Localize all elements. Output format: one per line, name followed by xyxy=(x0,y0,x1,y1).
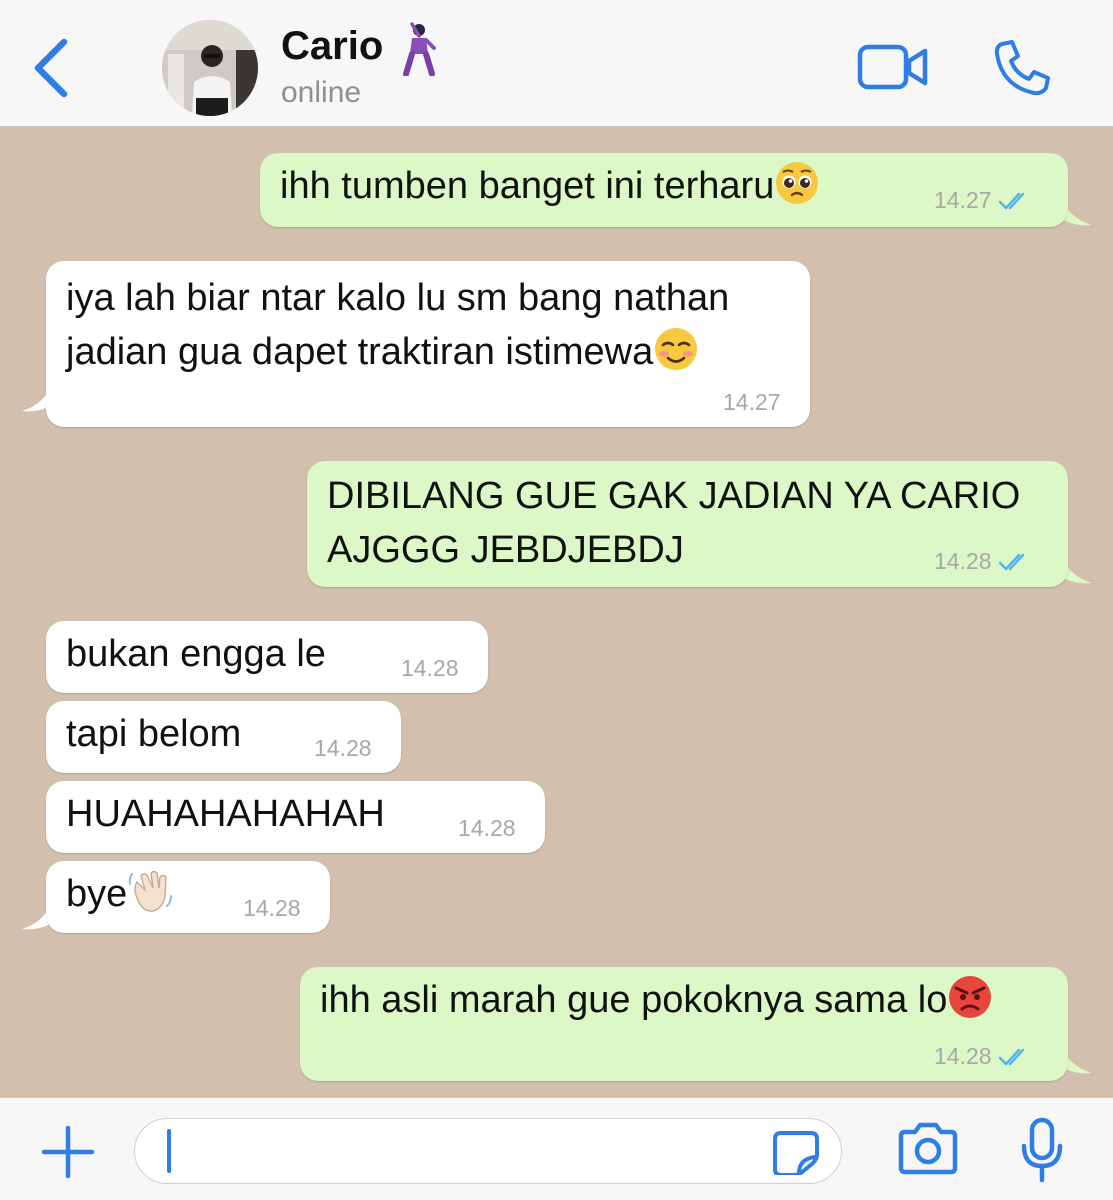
read-receipt-icon xyxy=(998,1048,1024,1066)
pleading-face-emoji xyxy=(776,162,819,204)
message-input[interactable] xyxy=(134,1118,842,1184)
incoming-message[interactable]: iya lah biar ntar kalo lu sm bang nathan… xyxy=(46,261,810,427)
avatar-photo xyxy=(162,20,258,116)
message-timestamp: 14.28 xyxy=(458,815,516,841)
voice-message-button[interactable] xyxy=(1018,1116,1066,1184)
back-button[interactable] xyxy=(28,36,78,100)
message-text: ihh tumben banget ini terharu xyxy=(280,165,775,207)
incoming-message[interactable]: HUAHAHAHAHAH 14.28 xyxy=(46,781,545,853)
video-camera-icon xyxy=(857,44,928,90)
camera-icon xyxy=(898,1122,958,1175)
message-text: HUAHAHAHAHAH xyxy=(66,793,385,835)
message-timestamp: 14.28 xyxy=(401,655,459,681)
video-call-button[interactable] xyxy=(857,44,929,90)
incoming-message[interactable]: tapi belom 14.28 xyxy=(46,701,401,773)
contact-name[interactable]: Cario xyxy=(281,24,383,69)
incoming-message[interactable]: bye 14.28 xyxy=(46,861,330,933)
outgoing-message[interactable]: ihh asli marah gue pokoknya sama lo 14.2… xyxy=(300,967,1068,1081)
message-text: DIBILANG GUE GAK JADIAN YA CARIO AJGGG JE… xyxy=(327,475,1021,571)
dancer-emoji-icon xyxy=(403,22,436,76)
composer-bar xyxy=(0,1097,1113,1200)
voice-call-button[interactable] xyxy=(992,38,1052,98)
chat-header: Cario online xyxy=(0,0,1113,127)
angry-face-emoji xyxy=(949,976,992,1018)
contact-avatar[interactable] xyxy=(162,20,258,116)
attach-button[interactable] xyxy=(38,1122,98,1182)
incoming-message[interactable]: bukan engga le 14.28 xyxy=(46,621,488,693)
read-receipt-icon xyxy=(998,192,1024,210)
message-text: iya lah biar ntar kalo lu sm bang nathan… xyxy=(66,277,730,373)
outgoing-message[interactable]: ihh tumben banget ini terharu 14.27 xyxy=(260,153,1068,227)
contact-status: online xyxy=(281,76,362,109)
text-cursor xyxy=(167,1129,171,1173)
message-timestamp: 14.27 xyxy=(934,187,1032,213)
message-timestamp: 14.28 xyxy=(934,548,1032,574)
message-list[interactable]: ihh tumben banget ini terharu 14.27 iya … xyxy=(0,127,1113,1097)
message-timestamp: 14.28 xyxy=(934,1043,1032,1069)
phone-icon xyxy=(994,40,1050,96)
message-text: bukan engga le xyxy=(66,633,326,675)
smiling-face-emoji xyxy=(655,328,698,370)
chevron-left-icon xyxy=(34,38,68,98)
outgoing-message[interactable]: DIBILANG GUE GAK JADIAN YA CARIO AJGGG JE… xyxy=(307,461,1068,587)
message-timestamp: 14.28 xyxy=(243,895,301,921)
message-text: bye xyxy=(66,873,128,915)
read-receipt-icon xyxy=(998,553,1024,571)
message-timestamp: 14.27 xyxy=(723,389,781,415)
plus-icon xyxy=(41,1125,95,1179)
message-text: ihh asli marah gue pokoknya sama lo xyxy=(320,979,948,1021)
waving-hand-emoji xyxy=(129,870,173,912)
sticker-icon[interactable] xyxy=(771,1129,821,1175)
message-text: tapi belom xyxy=(66,713,242,755)
message-timestamp: 14.28 xyxy=(314,735,372,761)
camera-button[interactable] xyxy=(895,1120,961,1178)
microphone-icon xyxy=(1021,1117,1063,1183)
